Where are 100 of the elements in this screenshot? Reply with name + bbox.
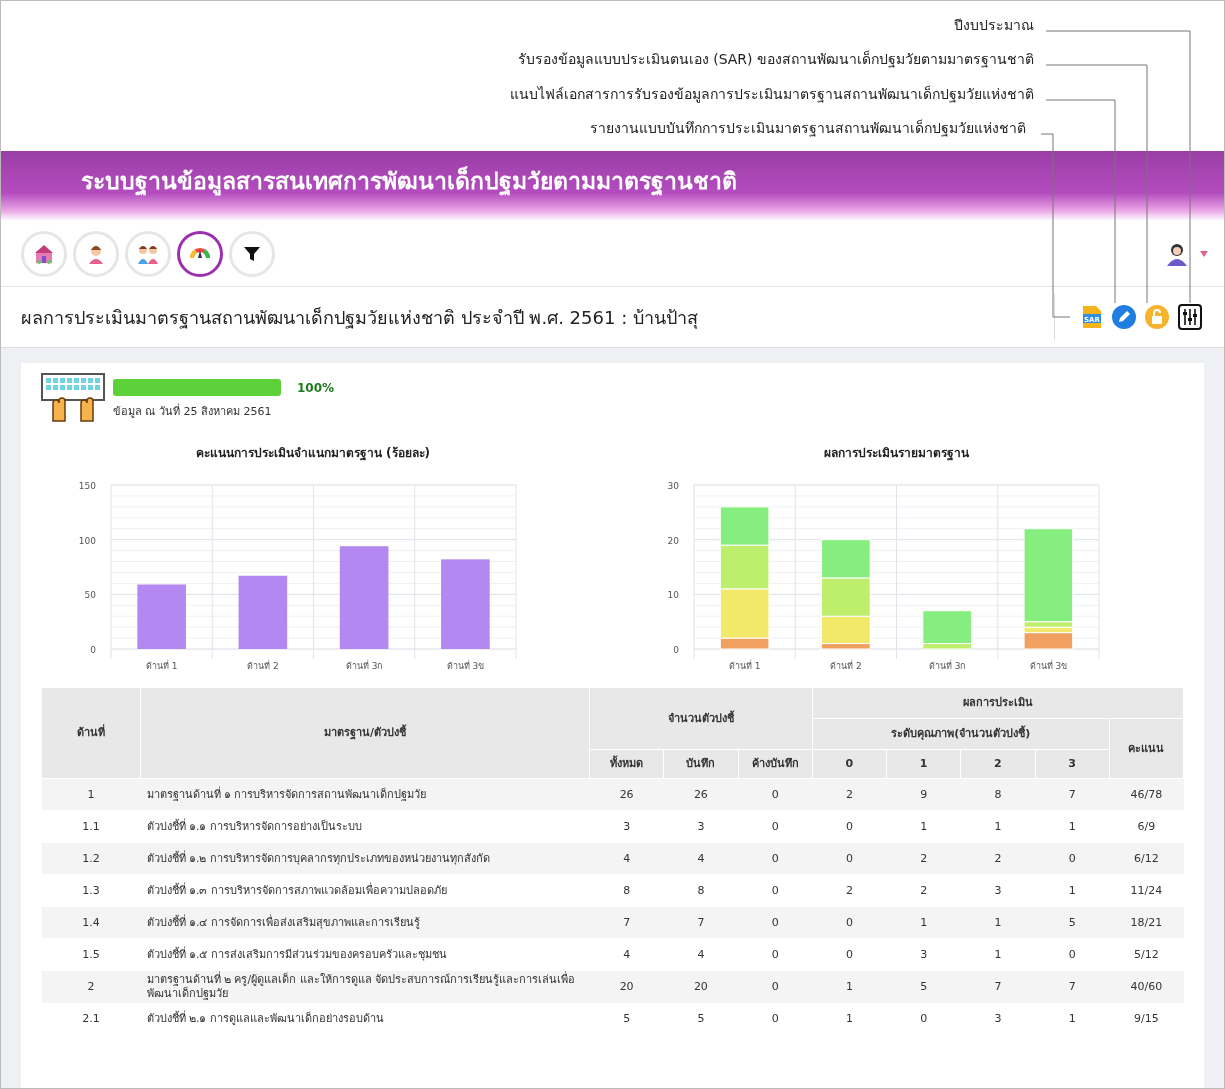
- x-tick-label: ด้านที่ 2: [830, 661, 862, 671]
- column-header: มาตรฐาน/ตัวบ่งชี้: [140, 687, 590, 779]
- table-cell: 0: [1035, 938, 1110, 971]
- table-cell: 5: [1035, 906, 1110, 939]
- table-cell: 2: [812, 778, 887, 811]
- column-header: 0: [812, 749, 887, 779]
- table-cell: 1.2: [41, 842, 141, 875]
- table-cell: 1.1: [41, 810, 141, 843]
- x-tick-label: ด้านที่ 3ก: [928, 661, 966, 671]
- column-header: 1: [886, 749, 961, 779]
- table-cell: 5: [589, 1003, 664, 1035]
- menu-icon-button[interactable]: [177, 230, 223, 277]
- column-header: คะแนน: [1109, 718, 1184, 779]
- x-tick-label: ด้านที่ 1: [728, 661, 761, 671]
- filter-button[interactable]: [229, 230, 275, 277]
- user-avatar-icon[interactable]: [1166, 241, 1188, 266]
- column-header: ทั้งหมด: [589, 749, 664, 779]
- column-group-header: ระดับคุณภาพ(จำนวนตัวบ่งชี้): [812, 718, 1110, 750]
- y-tick-label: 20: [667, 535, 679, 546]
- table-cell: 0: [738, 1003, 813, 1035]
- table-cell: 8: [589, 874, 664, 907]
- table-cell: 26: [589, 778, 664, 811]
- system-title: ระบบฐานข้อมูลสารสนเทศการพัฒนาเด็กปฐมวัยตามมาตรฐานชาติ: [81, 165, 737, 198]
- table-cell: ตัวบ่งชี้ที่ ๑.๑ การบริหารจัดการอย่างเป็นระบบ: [140, 810, 590, 843]
- table-cell: 1: [886, 906, 961, 939]
- table-cell: 0: [886, 1003, 961, 1035]
- table-cell: 7: [1035, 778, 1110, 811]
- table-cell: 0: [812, 938, 887, 971]
- table-cell: 1.3: [41, 874, 141, 907]
- chart-title: คะแนนการประเมินจำแนกมาตรฐาน (ร้อยละ): [195, 446, 431, 460]
- table-cell: มาตรฐานด้านที่ ๒ ครู/ผู้ดูแลเด็ก และให้การดูแล จัดประสบการณ์การเรียนรู้และการเล่นเพื่อพัฒนาเด็กปฐมวัย: [140, 970, 590, 1003]
- table-cell: 0: [738, 778, 813, 811]
- table-cell: 0: [812, 810, 887, 843]
- table-cell: ตัวบ่งชี้ที่ ๑.๓ การบริหารจัดการสภาพแวดล้อมเพื่อความปลอดภัย: [140, 874, 590, 907]
- table-cell: 1: [1035, 1003, 1110, 1035]
- table-cell: 3: [886, 938, 961, 971]
- table-cell: 1: [812, 1003, 887, 1035]
- x-tick-label: ด้านที่ 3ข: [1029, 661, 1068, 671]
- table-cell: 0: [738, 970, 813, 1003]
- table-cell: 1.5: [41, 938, 141, 971]
- table-cell: 0: [812, 842, 887, 875]
- filter-icon: [243, 244, 261, 263]
- column-group-header: ผลการประเมิน: [812, 687, 1184, 719]
- table-cell: 6/9: [1109, 810, 1184, 843]
- x-tick-label: ด้านที่ 2: [247, 661, 279, 671]
- caret-icon[interactable]: [1200, 250, 1208, 257]
- table-cell: 3: [663, 810, 738, 843]
- column-header: 2: [960, 749, 1035, 779]
- chart-title: ผลการประเมินรายมาตรฐาน: [823, 446, 969, 460]
- table-cell: 9: [886, 778, 961, 811]
- y-tick-label: 150: [78, 481, 96, 491]
- callout-label: ปีงบประมาณ: [954, 17, 1034, 33]
- x-tick-label: ด้านที่ 3ก: [345, 661, 383, 671]
- table-cell: 1: [1035, 874, 1110, 907]
- table-cell: 1: [960, 810, 1035, 843]
- table-cell: 6/12: [1109, 842, 1184, 875]
- table-cell: มาตรฐานด้านที่ ๑ การบริหารจัดการสถานพัฒนาเด็กปฐมวัย: [140, 778, 590, 811]
- table-cell: 0: [812, 906, 887, 939]
- table-cell: 5/12: [1109, 938, 1184, 971]
- table-cell: 4: [663, 842, 738, 875]
- y-tick-label: 30: [667, 481, 679, 491]
- table-cell: 5: [886, 970, 961, 1003]
- pencil-icon[interactable]: [1112, 305, 1136, 329]
- school-building-icon: [33, 242, 55, 265]
- table-cell: 7: [1035, 970, 1110, 1003]
- table-cell: 2: [960, 842, 1035, 875]
- page-title: ผลการประเมินมาตรฐานสถานพัฒนาเด็กปฐมวัยแห่งชาติ ประจำปี พ.ศ. 2561 : บ้านป้าสุ: [21, 305, 699, 331]
- table-cell: 2: [41, 970, 141, 1003]
- table-cell: 1: [1035, 810, 1110, 843]
- table-cell: 9/15: [1109, 1003, 1184, 1035]
- y-tick-label: 0: [673, 645, 679, 655]
- table-cell: 11/24: [1109, 874, 1184, 907]
- table-cell: 0: [738, 810, 813, 843]
- table-cell: 18/21: [1109, 906, 1184, 939]
- data-date: ข้อมูล ณ วันที่ 25 สิงหาคม 2561: [113, 402, 273, 420]
- x-tick-label: ด้านที่ 1: [145, 661, 178, 671]
- table-cell: 0: [1035, 842, 1110, 875]
- table-cell: ตัวบ่งชี้ที่ ๑.๒ การบริหารจัดการบุคลากรทุกประเภทของหน่วยงานทุกสังกัด: [140, 842, 590, 875]
- settings-sliders-icon[interactable]: [1178, 304, 1202, 330]
- progress-percent: 100%: [297, 380, 335, 395]
- table-cell: 0: [738, 842, 813, 875]
- table-cell: 20: [589, 970, 664, 1003]
- table-cell: 1: [960, 906, 1035, 939]
- callout-label: รับรองข้อมูลแบบประเมินตนเอง (SAR) ของสถานพัฒนาเด็กปฐมวัยตามมาตรฐานชาติ: [517, 51, 1034, 68]
- column-header: ค้างบันทึก: [738, 749, 813, 779]
- table-cell: 40/60: [1109, 970, 1184, 1003]
- table-cell: 1: [960, 938, 1035, 971]
- table-cell: 26: [663, 778, 738, 811]
- table-cell: 2: [886, 842, 961, 875]
- table-cell: 1: [812, 970, 887, 1003]
- table-cell: 7: [663, 906, 738, 939]
- table-cell: 0: [738, 874, 813, 907]
- table-cell: 4: [589, 938, 664, 971]
- table-cell: ตัวบ่งชี้ที่ ๑.๕ การส่งเสริมการมีส่วนร่วมของครอบครัวและชุมชน: [140, 938, 590, 971]
- table-cell: 3: [960, 874, 1035, 907]
- table-cell: 3: [960, 1003, 1035, 1035]
- table-cell: 5: [663, 1003, 738, 1035]
- y-tick-label: 100: [78, 535, 96, 546]
- table-cell: 46/78: [1109, 778, 1184, 811]
- table-cell: 3: [589, 810, 664, 843]
